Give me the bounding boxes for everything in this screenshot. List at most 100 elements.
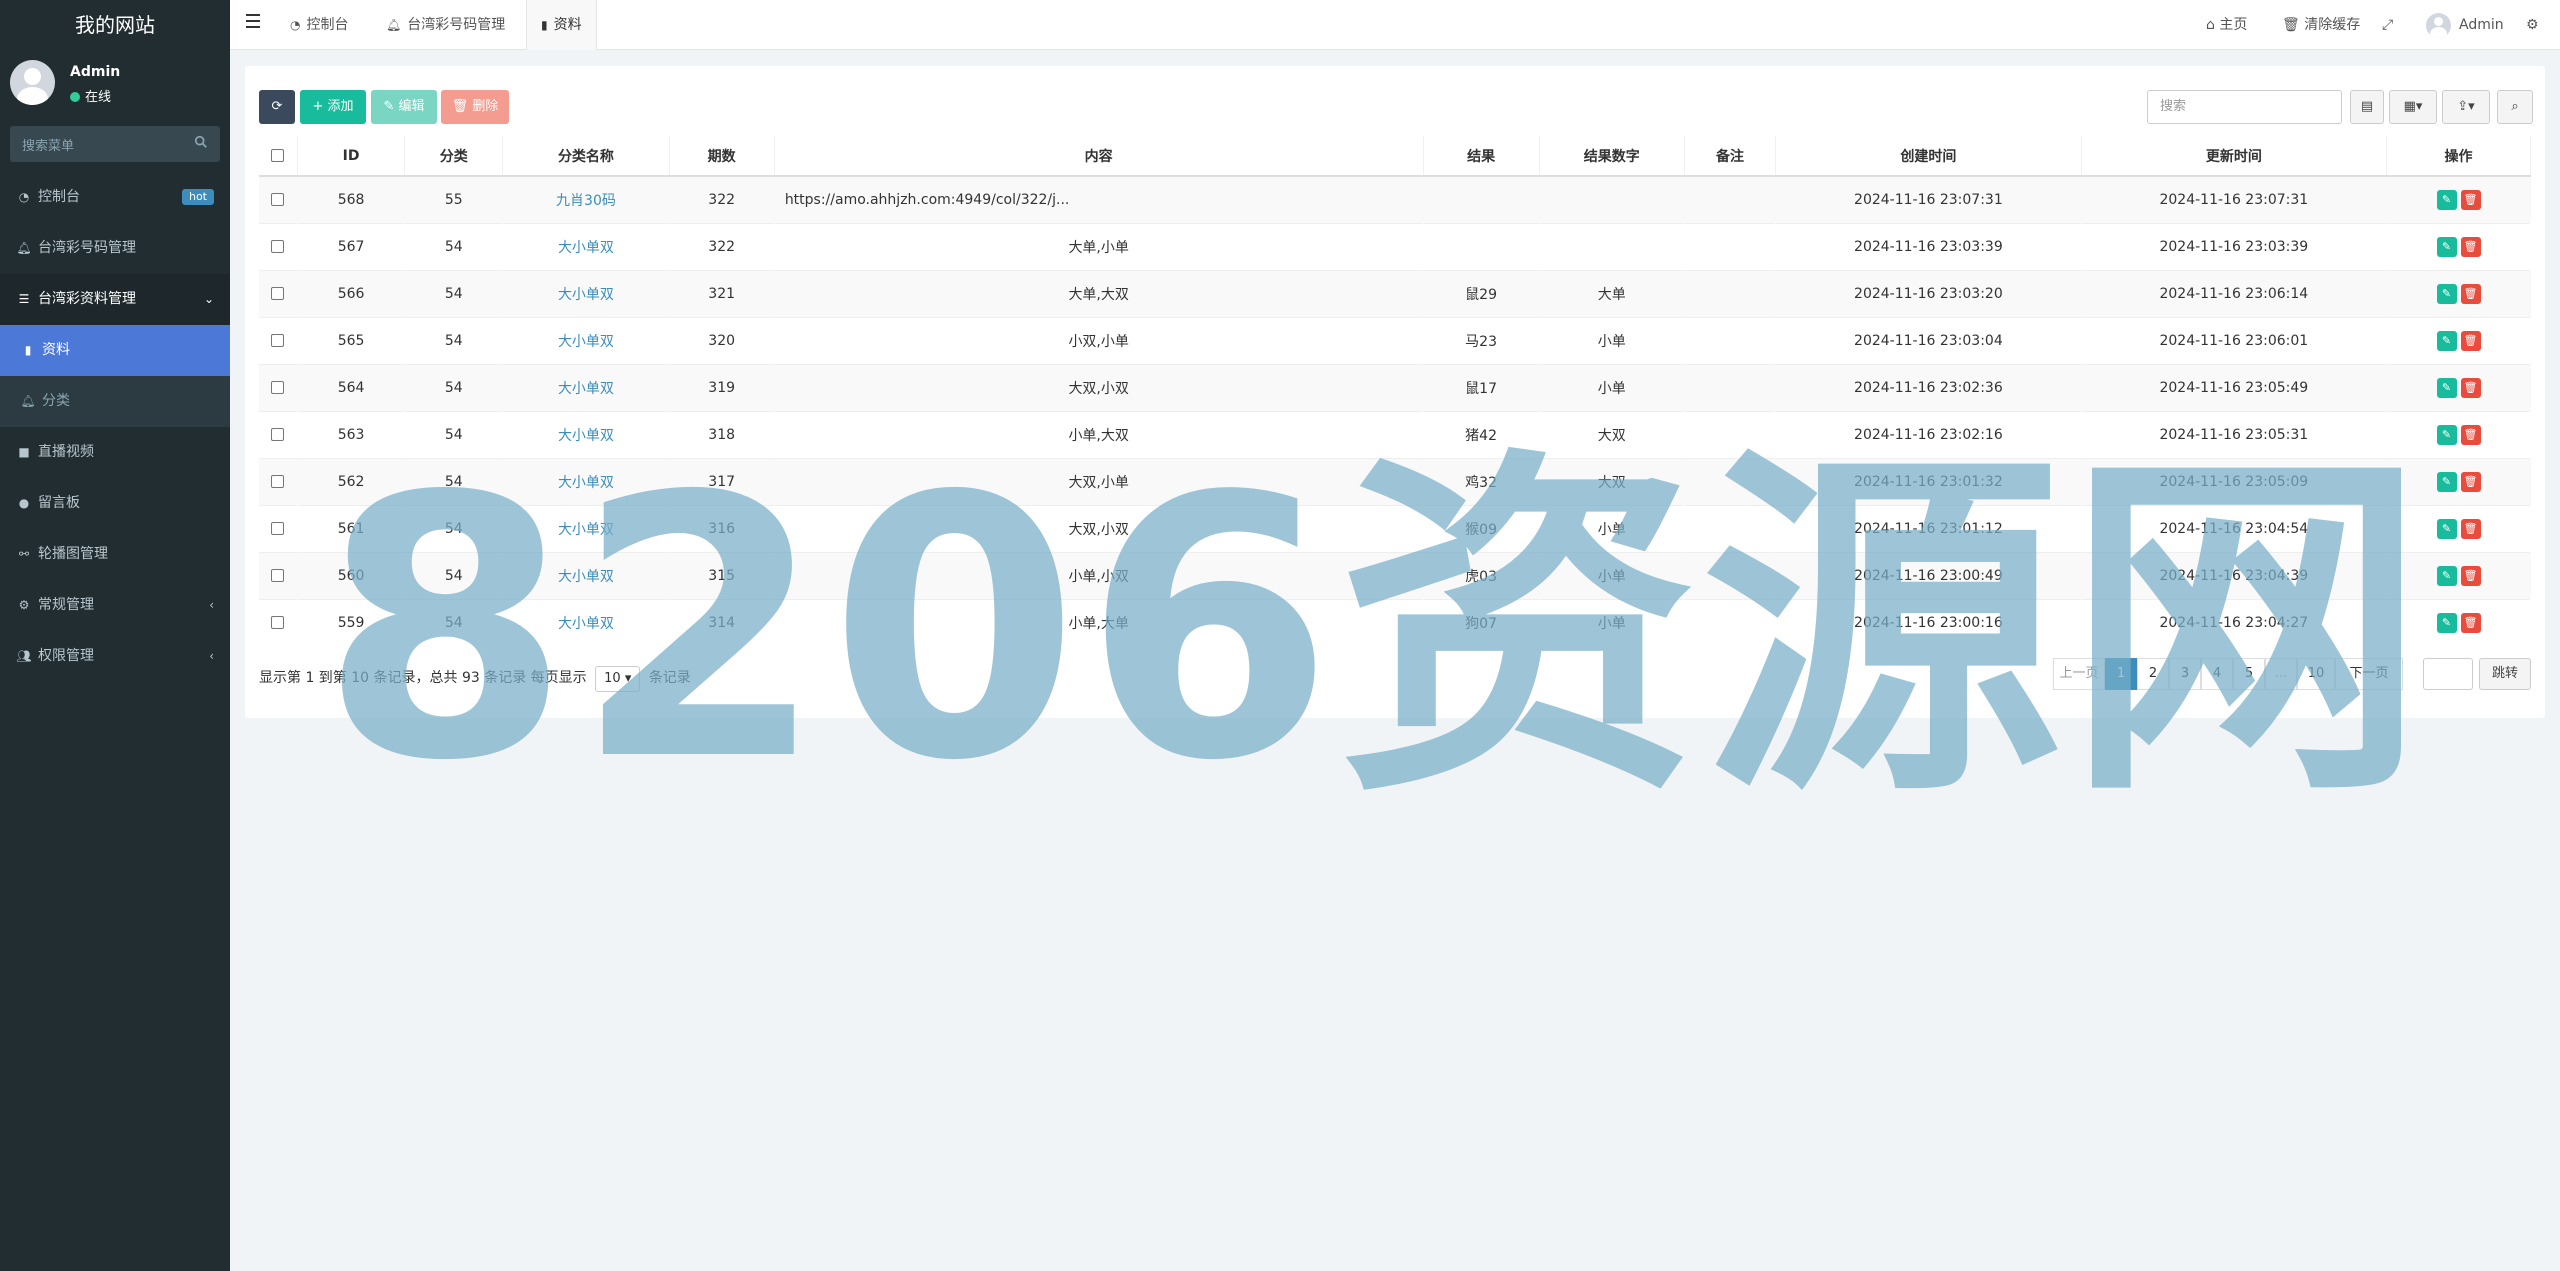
row-edit-button[interactable]: ✎: [2436, 236, 2457, 257]
toggle-view-icon[interactable]: ▤: [2350, 90, 2384, 124]
row-checkbox[interactable]: [271, 193, 285, 207]
row-checkbox[interactable]: [271, 428, 285, 441]
jump-button[interactable]: 跳转: [2479, 658, 2531, 690]
row-edit-button[interactable]: ✎: [2436, 424, 2457, 445]
row-edit-button[interactable]: ✎: [2436, 377, 2457, 398]
row-edit-button[interactable]: ✎: [2436, 330, 2457, 351]
row-checkbox[interactable]: [271, 616, 285, 630]
row-delete-button[interactable]: 🗑︎: [2460, 377, 2481, 398]
edit-button[interactable]: ✎ 编辑: [371, 90, 437, 124]
col-content: 内容: [774, 136, 1424, 177]
row-checkbox[interactable]: [271, 240, 285, 253]
page-size-select[interactable]: 10 ▾: [595, 666, 641, 692]
row-delete-button[interactable]: 🗑︎: [2460, 283, 2481, 304]
sidebar-item-guestbook[interactable]: ● 留言板: [0, 478, 230, 529]
trash-icon: 🗑︎: [451, 99, 473, 114]
content-panel: ⟳ + 添加 ✎ 编辑 🗑︎ 删除 搜索 ▤ ▦▾ ⇪▾ ⌕ ID 分类 分类名…: [245, 66, 2545, 718]
row-edit-button[interactable]: ✎: [2436, 189, 2457, 210]
refresh-button[interactable]: ⟳: [259, 90, 295, 124]
sidebar-item-data-manage[interactable]: ☰ 台湾彩资料管理 ⌄: [0, 274, 230, 325]
cell-category-name[interactable]: 大小单双: [502, 551, 669, 599]
cell-category-name[interactable]: 大小单双: [502, 269, 669, 317]
row-delete-button[interactable]: 🗑︎: [2460, 565, 2481, 586]
sidebar-item-general[interactable]: ⚙ 常规管理 ‹: [0, 580, 230, 631]
prev-page-button[interactable]: 上一页: [2053, 658, 2105, 690]
select-all-checkbox[interactable]: [271, 149, 285, 162]
row-delete-button[interactable]: 🗑︎: [2460, 424, 2481, 445]
cell-category-name[interactable]: 大小单双: [502, 222, 669, 270]
row-checkbox[interactable]: [271, 522, 285, 535]
cell-id: 567: [297, 222, 405, 270]
cell-category-name[interactable]: 大小单双: [502, 598, 669, 646]
sidebar-item-number-manage[interactable]: 🔔︎ 台湾彩号码管理: [0, 223, 230, 274]
row-edit-button[interactable]: ✎: [2436, 283, 2457, 304]
cell-category-name[interactable]: 大小单双: [502, 410, 669, 458]
row-edit-button[interactable]: ✎: [2436, 518, 2457, 539]
cell-result: 鼠29: [1423, 269, 1540, 317]
pencil-icon: ✎: [383, 99, 399, 114]
page-3-button[interactable]: 3: [2169, 658, 2201, 690]
menu-toggle-icon[interactable]: [246, 14, 260, 32]
sidebar-item-carousel[interactable]: ⚯ 轮播图管理: [0, 529, 230, 580]
fullscreen-icon[interactable]: ⤢: [2382, 0, 2393, 50]
page-10-button[interactable]: 10: [2297, 658, 2335, 690]
export-icon[interactable]: ⇪▾: [2442, 90, 2490, 124]
page-2-button[interactable]: 2: [2137, 658, 2169, 690]
tab-dashboard[interactable]: ◔ 控制台: [276, 0, 362, 50]
row-delete-button[interactable]: 🗑︎: [2460, 612, 2481, 633]
cell-content: 小单,大双: [774, 410, 1424, 458]
sidebar-item-data[interactable]: ▮ 资料: [0, 325, 230, 376]
cell-id: 568: [297, 175, 405, 223]
row-delete-button[interactable]: 🗑︎: [2460, 471, 2481, 492]
cell-category-name[interactable]: 大小单双: [502, 363, 669, 411]
columns-icon[interactable]: ▦▾: [2389, 90, 2437, 124]
next-page-button[interactable]: 下一页: [2335, 658, 2403, 690]
delete-button[interactable]: 🗑︎ 删除: [441, 90, 509, 124]
cell-category-name[interactable]: 大小单双: [502, 316, 669, 364]
settings-icon[interactable]: ⚙: [2526, 0, 2539, 50]
add-button[interactable]: + 添加: [300, 90, 366, 124]
cell-category-name[interactable]: 大小单双: [502, 504, 669, 552]
row-edit-button[interactable]: ✎: [2436, 565, 2457, 586]
users-icon: 👥︎: [16, 649, 32, 663]
home-link[interactable]: ⌂ 主页: [2206, 0, 2247, 50]
jump-page-input[interactable]: [2423, 658, 2473, 690]
row-edit-button[interactable]: ✎: [2436, 471, 2457, 492]
row-checkbox[interactable]: [271, 475, 285, 488]
clear-cache-button[interactable]: 🗑︎ 清除缓存: [2282, 0, 2360, 50]
page-4-button[interactable]: 4: [2201, 658, 2233, 690]
table-row: 567 54 大小单双 322 大单,小单 2024-11-16 23:03:39 2024…: [259, 222, 2531, 270]
sidebar-item-permission[interactable]: 👥︎ 权限管理 ‹: [0, 631, 230, 682]
tab-data[interactable]: ▮ 资料: [526, 0, 597, 50]
row-delete-button[interactable]: 🗑︎: [2460, 236, 2481, 257]
row-checkbox[interactable]: [271, 569, 285, 582]
row-select-cell: [259, 175, 298, 223]
search-icon[interactable]: [194, 135, 208, 149]
cell-created: 2024-11-16 23:01:32: [1775, 457, 2082, 505]
cell-updated: 2024-11-16 23:06:01: [2081, 316, 2387, 364]
col-id[interactable]: ID: [297, 136, 406, 177]
page-5-button[interactable]: 5: [2233, 658, 2265, 690]
row-delete-button[interactable]: 🗑︎: [2460, 330, 2481, 351]
row-checkbox[interactable]: [271, 381, 285, 394]
tab-number-manage[interactable]: 🔔︎ 台湾彩号码管理: [372, 0, 519, 50]
cell-id: 562: [297, 457, 405, 505]
cell-id: 566: [297, 269, 405, 317]
sidebar-item-dashboard[interactable]: ◔ 控制台 hot: [0, 172, 230, 223]
site-logo[interactable]: 我的网站: [0, 0, 230, 50]
menu-search-input[interactable]: 搜索菜单: [10, 126, 220, 162]
advanced-search-icon[interactable]: ⌕: [2497, 90, 2533, 124]
row-delete-button[interactable]: 🗑︎: [2460, 189, 2481, 210]
table-search-input[interactable]: 搜索: [2147, 90, 2342, 124]
row-checkbox[interactable]: [271, 334, 285, 347]
user-menu[interactable]: Admin: [2426, 0, 2504, 50]
row-delete-button[interactable]: 🗑︎: [2460, 518, 2481, 539]
row-checkbox[interactable]: [271, 287, 285, 300]
sidebar-item-category[interactable]: 🔔︎ 分类: [0, 376, 230, 427]
sidebar-item-live-video[interactable]: ■ 直播视频: [0, 427, 230, 478]
cell-category-name[interactable]: 九肖30码: [502, 175, 669, 223]
page-1-button[interactable]: 1: [2105, 658, 2137, 690]
cell-category-name[interactable]: 大小单双: [502, 457, 669, 505]
row-edit-button[interactable]: ✎: [2436, 612, 2457, 633]
tab-label: 台湾彩号码管理: [407, 17, 506, 33]
